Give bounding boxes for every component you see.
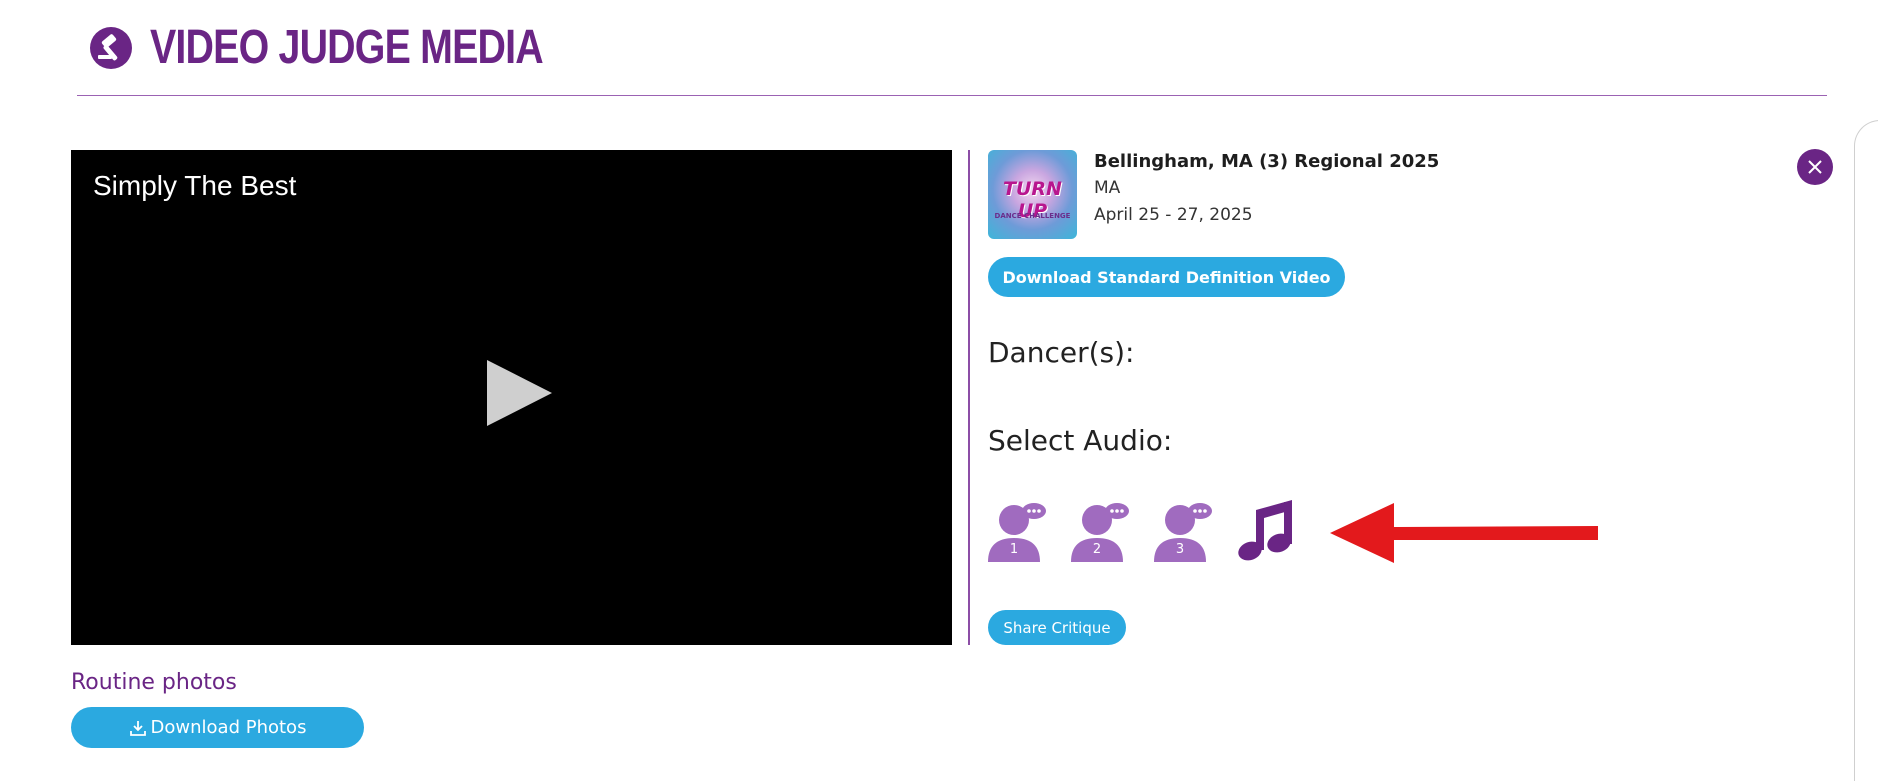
gavel-icon bbox=[90, 27, 132, 69]
audio-option-judge-3[interactable]: 3 bbox=[1154, 498, 1212, 562]
red-arrow-icon bbox=[1330, 503, 1598, 563]
close-button[interactable] bbox=[1797, 149, 1833, 185]
share-critique-button[interactable]: Share Critique bbox=[988, 610, 1126, 645]
select-audio-label: Select Audio: bbox=[988, 424, 1173, 457]
routine-photos-label: Routine photos bbox=[71, 670, 237, 695]
video-player[interactable]: Simply The Best bbox=[71, 150, 952, 645]
audio-option-music[interactable] bbox=[1236, 498, 1298, 562]
brand-title: VIDEO JUDGE MEDIA bbox=[150, 21, 544, 74]
audio-option-number: 2 bbox=[1092, 542, 1102, 557]
audio-option-judge-2[interactable]: 2 bbox=[1071, 498, 1129, 562]
vertical-divider bbox=[968, 150, 970, 645]
event-dates: April 25 - 27, 2025 bbox=[1094, 205, 1253, 225]
download-photos-label: Download Photos bbox=[150, 717, 307, 738]
event-thumbnail: TURN UP DANCE CHALLENGE bbox=[988, 150, 1077, 239]
header-divider bbox=[77, 95, 1827, 96]
audio-option-judge-1[interactable]: 1 bbox=[988, 498, 1046, 562]
dancers-label: Dancer(s): bbox=[988, 336, 1135, 369]
play-icon[interactable] bbox=[487, 360, 552, 426]
audio-option-number: 1 bbox=[1009, 542, 1019, 557]
side-panel-edge bbox=[1854, 120, 1878, 781]
audio-option-number: 3 bbox=[1175, 542, 1185, 557]
thumbnail-logo-subtext: DANCE CHALLENGE bbox=[994, 212, 1071, 220]
brand[interactable]: VIDEO JUDGE MEDIA bbox=[88, 24, 629, 72]
download-photos-button[interactable]: Download Photos bbox=[71, 707, 364, 748]
download-icon bbox=[129, 719, 147, 737]
event-name: Bellingham, MA (3) Regional 2025 bbox=[1094, 151, 1440, 172]
download-sd-video-button[interactable]: Download Standard Definition Video bbox=[988, 257, 1345, 297]
close-icon bbox=[1808, 160, 1822, 174]
video-title: Simply The Best bbox=[93, 170, 297, 201]
music-note-icon bbox=[1238, 500, 1292, 561]
event-state: MA bbox=[1094, 178, 1121, 198]
